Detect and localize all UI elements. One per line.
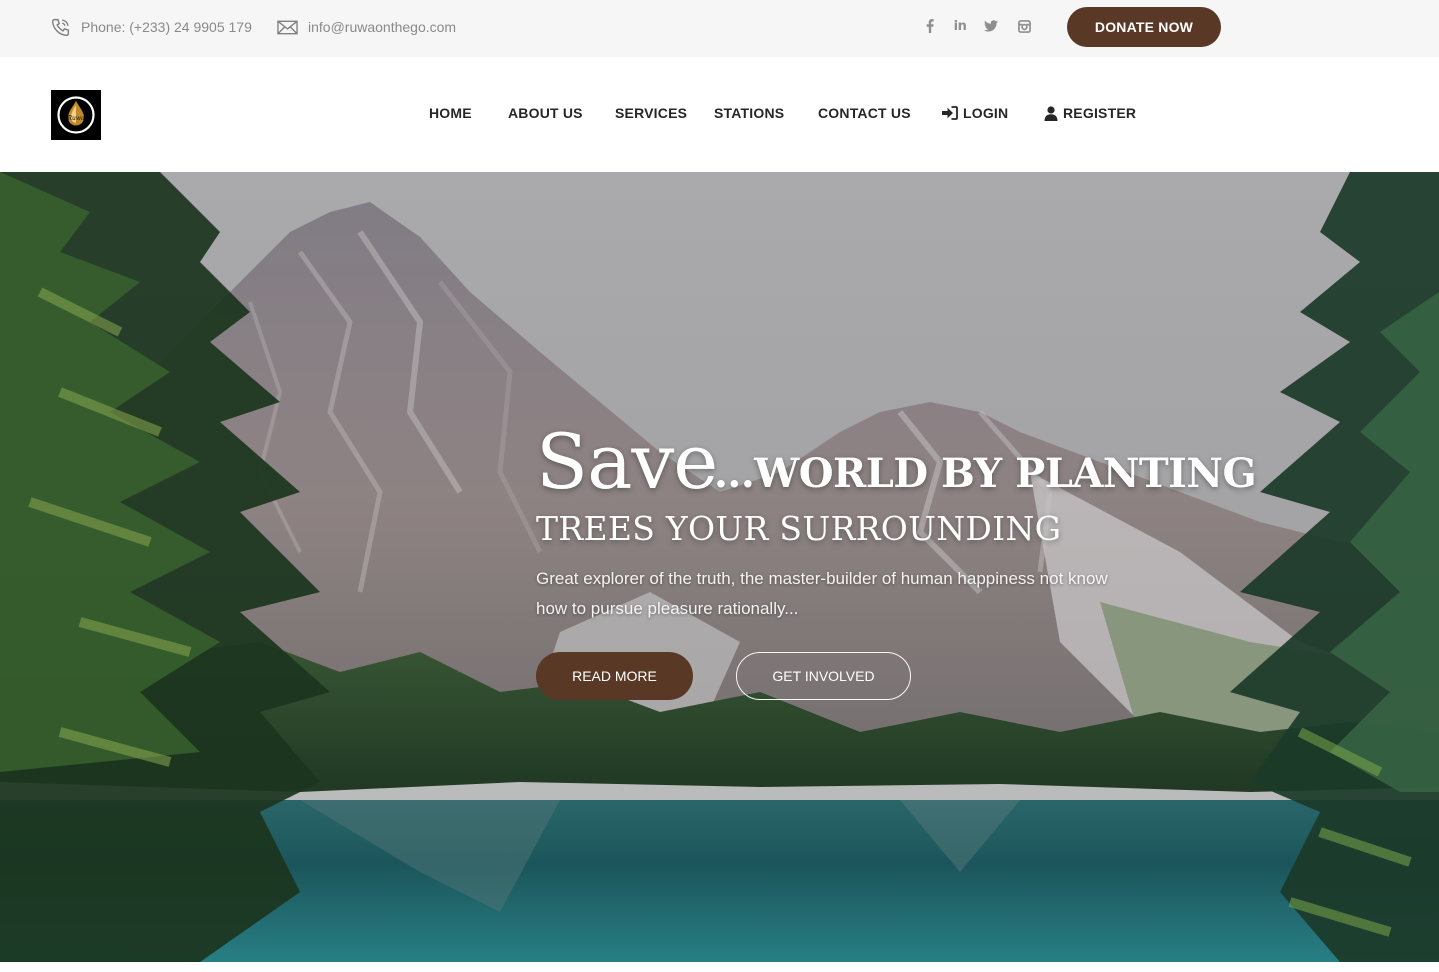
phone-icon (51, 18, 70, 36)
hero-title-rest: ...WORLD BY PLANTING (714, 450, 1257, 497)
ruwa-logo-mark: Ruwa (57, 96, 95, 134)
envelope-icon (277, 20, 298, 34)
facebook-icon[interactable] (921, 17, 939, 35)
donate-now-button[interactable]: DONATE NOW (1067, 7, 1221, 47)
nav-register[interactable]: REGISTER (1044, 103, 1136, 123)
main-header: Ruwa HOME ABOUT US SERVICES STATIONS CON… (0, 57, 1439, 172)
hero-title-save: Save (536, 417, 718, 506)
nav-stations[interactable]: STATIONS (714, 103, 784, 123)
user-icon (1044, 105, 1058, 121)
nav-register-label: REGISTER (1063, 105, 1137, 121)
nav-home[interactable]: HOME (429, 103, 472, 123)
nav-services[interactable]: SERVICES (615, 103, 687, 123)
sign-in-icon (942, 106, 958, 120)
read-more-button[interactable]: READ MORE (536, 652, 693, 700)
nav-about-us[interactable]: ABOUT US (508, 103, 583, 123)
nav-contact-us[interactable]: CONTACT US (818, 103, 911, 123)
email-contact[interactable]: info@ruwaonthego.com (277, 0, 456, 54)
svg-text:Ruwa: Ruwa (66, 115, 85, 122)
site-logo[interactable]: Ruwa (51, 90, 101, 140)
nav-login-label: LOGIN (963, 105, 1009, 121)
instagram-icon[interactable] (1015, 17, 1033, 35)
hero-description: Great explorer of the truth, the master-… (536, 569, 1108, 618)
twitter-icon[interactable] (982, 17, 1000, 35)
hero-banner: Save ...WORLD BY PLANTING TREES YOUR SUR… (0, 172, 1439, 962)
hero-title-line2: TREES YOUR SURROUNDING (536, 509, 1062, 548)
phone-text: Phone: (+233) 24 9905 179 (81, 19, 252, 35)
linkedin-icon[interactable]: in (951, 17, 969, 35)
phone-contact[interactable]: Phone: (+233) 24 9905 179 (50, 0, 252, 54)
get-involved-button[interactable]: GET INVOLVED (736, 652, 911, 700)
email-text: info@ruwaonthego.com (308, 19, 457, 35)
top-bar: Phone: (+233) 24 9905 179 info@ruwaonthe… (0, 0, 1439, 57)
nav-login[interactable]: LOGIN (942, 103, 1008, 123)
